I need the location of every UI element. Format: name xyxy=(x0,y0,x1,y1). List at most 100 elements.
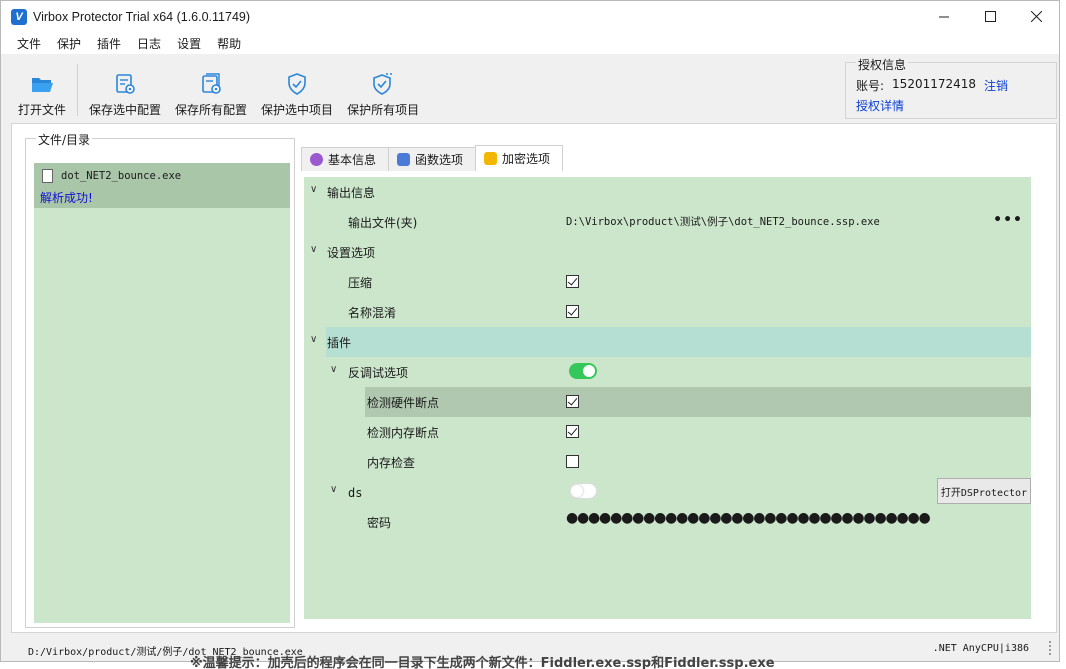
anti-debug-label: 反调试选项 xyxy=(348,366,409,380)
output-file-label: 输出文件(夹) xyxy=(348,216,418,230)
save-all-config-icon xyxy=(202,73,221,94)
name-obfuscation-checkbox[interactable] xyxy=(566,305,579,318)
tab-basic-info-label: 基本信息 xyxy=(328,153,377,167)
save-all-config-button[interactable]: 保存所有配置 xyxy=(168,60,254,118)
hardware-breakpoint-label: 检测硬件断点 xyxy=(367,396,440,410)
app-logo-icon: V xyxy=(11,8,27,25)
name-obfuscation-row: 名称混淆 xyxy=(304,297,1031,327)
open-dsprotector-button[interactable]: 打开DSProtector xyxy=(937,478,1031,504)
file-name: dot_NET2_bounce.exe xyxy=(61,170,182,182)
password-label: 密码 xyxy=(367,516,392,530)
chevron-down-icon: ∨ xyxy=(330,484,338,495)
tab-encryption-options[interactable]: 加密选项 xyxy=(475,145,564,171)
minimize-button[interactable] xyxy=(921,1,967,32)
property-grid: ∨ 输出信息 输出文件(夹) D:\Virbox\product\测试\例子\d… xyxy=(304,177,1031,619)
toggle-knob xyxy=(583,365,595,377)
protect-selected-label: 保护选中项目 xyxy=(261,103,334,117)
logout-link[interactable]: 注销 xyxy=(984,77,1008,94)
memory-check-checkbox[interactable] xyxy=(566,455,579,468)
maximize-button[interactable] xyxy=(967,1,1013,32)
section-plugins[interactable]: ∨ 插件 xyxy=(310,327,1031,357)
section-output[interactable]: ∨ 输出信息 xyxy=(304,177,1031,207)
chevron-down-icon: ∨ xyxy=(310,244,318,255)
license-info-group: 授权信息 账号: 15201172418 注销 授权详情 xyxy=(845,56,1057,119)
toolbar: 打开文件 保存选中配置 保存所有配置 保护选中项目 保护所有项目 xyxy=(11,56,841,118)
parse-status: 解析成功! xyxy=(40,191,93,205)
browse-more-button[interactable]: ••• xyxy=(993,212,1023,228)
info-bubble-icon xyxy=(310,153,323,166)
close-button[interactable] xyxy=(1013,1,1059,32)
license-title: 授权信息 xyxy=(856,56,909,73)
memory-check-label: 内存检查 xyxy=(367,456,416,470)
close-icon xyxy=(1030,11,1042,22)
ds-row: ∨ ds 打开DSProtector xyxy=(304,477,1031,507)
shield-check-icon xyxy=(288,73,306,95)
save-all-config-label: 保存所有配置 xyxy=(175,103,248,117)
ds-toggle[interactable] xyxy=(569,483,597,499)
open-file-button[interactable]: 打开文件 xyxy=(11,60,73,118)
menu-settings[interactable]: 设置 xyxy=(169,35,209,52)
lock-icon xyxy=(484,152,498,165)
toolbar-separator xyxy=(77,64,79,116)
file-directory-title: 文件/目录 xyxy=(36,131,93,148)
chevron-down-icon: ∨ xyxy=(330,364,338,375)
function-icon xyxy=(397,153,411,166)
protect-all-button[interactable]: 保护所有项目 xyxy=(340,60,426,118)
tab-encryption-options-label: 加密选项 xyxy=(502,152,551,166)
section-settings-label: 设置选项 xyxy=(327,246,376,260)
file-directory-group: 文件/目录 dot_NET2_bounce.exe 解析成功! xyxy=(25,131,295,628)
toggle-knob xyxy=(571,485,583,497)
file-icon xyxy=(42,169,53,183)
memory-breakpoint-row: 检测内存断点 xyxy=(304,417,1031,447)
background-document-text: ※温馨提示：加壳后的程序会在同一目录下生成两个新文件：Fiddler.exe.s… xyxy=(190,656,775,669)
section-settings[interactable]: ∨ 设置选项 xyxy=(304,237,1031,267)
memory-check-row: 内存检查 xyxy=(304,447,1031,477)
anti-debug-toggle[interactable] xyxy=(569,363,597,379)
save-selected-config-button[interactable]: 保存选中配置 xyxy=(82,60,168,118)
compress-checkbox[interactable] xyxy=(566,275,579,288)
hardware-breakpoint-checkbox[interactable] xyxy=(566,395,579,408)
protect-selected-button[interactable]: 保护选中项目 xyxy=(254,60,340,118)
account-value: 15201172418 xyxy=(892,77,977,91)
menu-plugins[interactable]: 插件 xyxy=(89,35,129,52)
license-details-link[interactable]: 授权详情 xyxy=(856,97,904,114)
menu-help[interactable]: 帮助 xyxy=(209,35,249,52)
section-plugins-label: 插件 xyxy=(327,336,352,350)
license-account-row: 账号: 15201172418 注销 xyxy=(856,77,1008,94)
anti-debug-row: ∨ 反调试选项 xyxy=(304,357,1031,387)
maximize-icon xyxy=(984,11,996,22)
compress-label: 压缩 xyxy=(348,276,373,290)
window-title: Virbox Protector Trial x64 (1.6.0.11749) xyxy=(33,9,251,24)
compress-row: 压缩 xyxy=(304,267,1031,297)
tab-basic-info[interactable]: 基本信息 xyxy=(301,147,390,171)
section-output-label: 输出信息 xyxy=(327,186,376,200)
save-config-icon xyxy=(116,74,135,94)
chevron-down-icon: ∨ xyxy=(310,334,318,345)
folder-icon xyxy=(32,78,53,92)
file-list-item[interactable]: dot_NET2_bounce.exe 解析成功! xyxy=(34,163,290,208)
memory-breakpoint-label: 检测内存断点 xyxy=(367,426,440,440)
status-platform: .NET AnyCPU|i386 xyxy=(932,643,1029,654)
chevron-down-icon: ∨ xyxy=(310,184,318,195)
shield-check-all-icon xyxy=(373,73,393,95)
protect-all-label: 保护所有项目 xyxy=(347,103,420,117)
tab-function-options[interactable]: 函数选项 xyxy=(388,147,477,171)
name-obfuscation-label: 名称混淆 xyxy=(348,306,397,320)
hardware-breakpoint-row: 检测硬件断点 xyxy=(365,387,1031,417)
account-label: 账号: xyxy=(856,79,885,93)
menu-protect[interactable]: 保护 xyxy=(49,35,89,52)
ds-label: ds xyxy=(348,486,363,500)
open-file-label: 打开文件 xyxy=(18,103,67,117)
title-bar: V Virbox Protector Trial x64 (1.6.0.1174… xyxy=(1,1,1059,32)
options-tabs: 基本信息 函数选项 加密选项 xyxy=(301,145,564,171)
output-file-row: 输出文件(夹) D:\Virbox\product\测试\例子\dot_NET2… xyxy=(304,207,1031,237)
output-file-value[interactable]: D:\Virbox\product\测试\例子\dot_NET2_bounce.… xyxy=(566,214,880,229)
password-field[interactable]: ●●●●●●●●●●●●●●●●●●●●●●●●●●●●●●●●● xyxy=(566,510,931,526)
memory-breakpoint-checkbox[interactable] xyxy=(566,425,579,438)
menu-log[interactable]: 日志 xyxy=(129,35,169,52)
password-row: 密码 ●●●●●●●●●●●●●●●●●●●●●●●●●●●●●●●●● xyxy=(304,507,1031,537)
menu-file[interactable]: 文件 xyxy=(9,35,49,52)
menu-bar: 文件 保护 插件 日志 设置 帮助 xyxy=(1,32,1059,54)
resize-grip-icon[interactable] xyxy=(1041,641,1051,655)
save-selected-config-label: 保存选中配置 xyxy=(89,103,162,117)
